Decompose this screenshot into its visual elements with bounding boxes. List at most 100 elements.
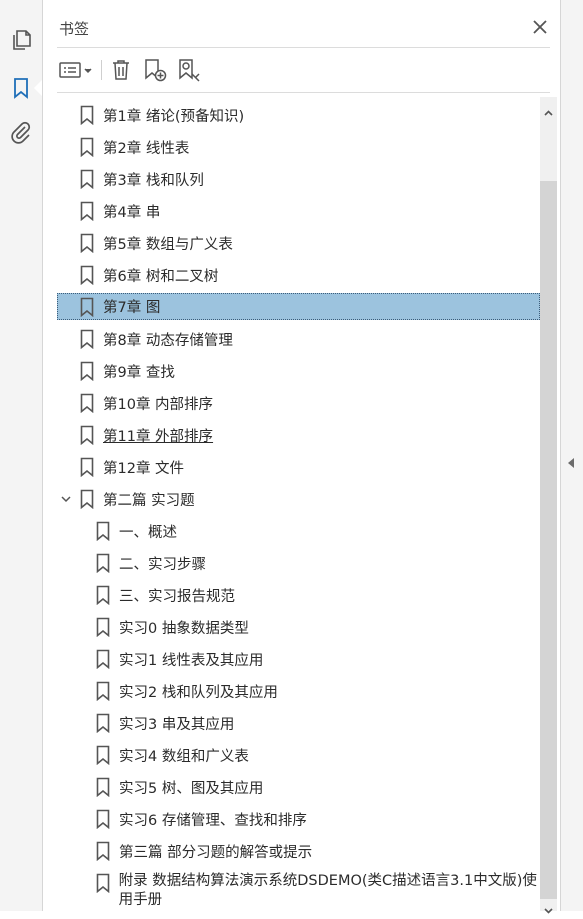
attachment-icon[interactable] [9,120,33,144]
bookmark-label: 第2章 线性表 [103,140,190,157]
bookmark-icon [96,713,110,733]
bookmark-from-structure-button[interactable] [175,56,203,84]
bookmark-label: 第9章 查找 [103,364,175,381]
bookmark-label: 实习4 数组和广义表 [119,748,249,765]
bookmark-label: 第3章 栈和队列 [103,172,204,189]
bookmark-icon [96,809,110,829]
bookmark-icon [80,233,94,253]
bookmark-item[interactable]: 第二篇 实习题 [57,485,540,513]
bookmark-label: 实习2 栈和队列及其应用 [119,684,278,701]
toolbar-divider-line [57,92,550,93]
bookmark-item[interactable]: 第10章 内部排序 [57,389,540,417]
bookmark-item[interactable]: 第4章 串 [57,197,540,225]
scroll-down-arrow-icon[interactable] [544,900,553,914]
bookmark-item[interactable]: 实习6 存储管理、查找和排序 [57,805,540,833]
options-menu-button[interactable] [57,56,95,84]
bookmark-item[interactable]: 第3章 栈和队列 [57,165,540,193]
bookmark-item[interactable]: 实习0 抽象数据类型 [57,613,540,641]
bookmark-label: 第6章 树和二叉树 [103,268,219,285]
bookmark-item[interactable]: 第6章 树和二叉树 [57,261,540,289]
scrollbar-thumb[interactable] [540,181,557,899]
bookmark-icon [96,649,110,669]
bookmark-icon [96,745,110,765]
bookmark-label: 一、概述 [119,524,177,541]
bookmark-icon [80,425,94,445]
delete-bookmark-button[interactable] [107,56,135,84]
vertical-scrollbar[interactable] [540,97,557,914]
right-collapse-strip[interactable] [560,0,583,911]
bookmark-item[interactable]: 二、实习步骤 [57,549,540,577]
bookmark-icon [80,105,94,125]
bookmark-item[interactable]: 第三篇 部分习题的解答或提示 [57,837,540,865]
pages-icon[interactable] [9,28,33,52]
bookmark-item[interactable]: 实习3 串及其应用 [57,709,540,737]
bookmark-tree: 第1章 绪论(预备知识) 第2章 线性表 第3章 栈和队列 第4章 串第5章 数组与广… [57,97,540,911]
bookmark-label: 第11章 外部排序 [103,428,214,445]
bookmark-icon [80,265,94,285]
chevron-down-icon[interactable] [57,485,75,513]
bookmark-item[interactable]: 第2章 线性表 [57,133,540,161]
bookmark-icon[interactable] [9,76,33,100]
bookmark-item[interactable]: 一、概述 [57,517,540,545]
bookmark-item[interactable]: 第12章 文件 [57,453,540,481]
bookmark-item[interactable]: 三、实习报告规范 [57,581,540,609]
bookmark-item[interactable]: 第9章 查找 [57,357,540,385]
active-tab-notch [34,80,42,96]
bookmark-item[interactable]: 第7章 图 [57,293,540,320]
new-bookmark-button[interactable] [141,56,169,84]
bookmark-icon [80,329,94,349]
close-icon[interactable] [531,18,549,36]
bookmark-label: 实习3 串及其应用 [119,716,235,733]
bookmark-item[interactable]: 第1章 绪论(预备知识) [57,101,540,129]
bookmark-item[interactable]: 第5章 数组与广义表 [57,229,540,257]
bookmark-item[interactable]: 第8章 动态存储管理 [57,325,540,353]
bookmark-icon [80,297,94,317]
bookmark-item[interactable]: 实习2 栈和队列及其应用 [57,677,540,705]
bookmarks-toolbar [57,56,550,86]
bookmark-icon [96,585,110,605]
bookmark-label: 第8章 动态存储管理 [103,332,233,349]
bookmark-item[interactable]: 实习1 线性表及其应用 [57,645,540,673]
bookmark-label: 第二篇 实习题 [103,492,195,509]
scroll-up-arrow-icon[interactable] [544,103,553,116]
bookmark-label: 二、实习步骤 [119,556,206,573]
bookmark-item[interactable]: 实习5 树、图及其应用 [57,773,540,801]
bookmark-label: 附录 数据结构算法演示系统DSDEMO(类C描述语言3.1中文版)使用手册 [118,873,537,908]
bookmark-icon [80,201,94,221]
bookmark-item[interactable]: 附录 数据结构算法演示系统DSDEMO(类C描述语言3.1中文版)使用手册 [57,869,540,911]
bookmark-label: 实习0 抽象数据类型 [119,620,249,637]
bookmark-item[interactable]: 实习4 数组和广义表 [57,741,540,769]
bookmark-icon [96,521,110,541]
toolbar-divider [101,60,102,80]
bookmark-item[interactable]: 第11章 外部排序 [57,421,540,449]
bookmark-label: 第10章 内部排序 [103,396,214,413]
bookmark-label: 第三篇 部分习题的解答或提示 [119,844,313,861]
bookmark-icon [80,489,94,509]
bookmark-label: 第4章 串 [103,204,161,221]
panel-title: 书签 [59,20,90,38]
collapse-arrow-icon[interactable] [568,458,574,468]
bookmark-icon [80,361,94,381]
bookmark-label: 第5章 数组与广义表 [103,236,233,253]
bookmark-label: 实习6 存储管理、查找和排序 [119,812,307,829]
bookmark-label: 第1章 绪论(预备知识) [103,108,245,125]
bookmark-icon [96,777,110,797]
bookmark-icon [80,393,94,413]
